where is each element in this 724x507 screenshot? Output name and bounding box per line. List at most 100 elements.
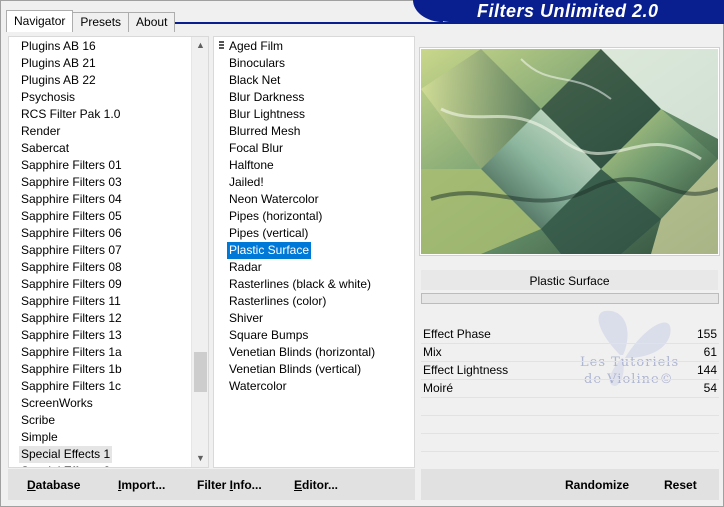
filter-item[interactable]: Rasterlines (black & white) bbox=[214, 276, 414, 293]
param-empty-row bbox=[421, 416, 719, 434]
tab-about[interactable]: About bbox=[128, 12, 176, 32]
scroll-thumb[interactable] bbox=[194, 352, 207, 392]
item-label: Binoculars bbox=[229, 56, 286, 70]
category-item[interactable]: Sapphire Filters 04 bbox=[9, 191, 208, 208]
filter-item[interactable]: Plastic Surface bbox=[214, 242, 414, 259]
item-label: Plastic Surface bbox=[227, 242, 312, 259]
database-button[interactable]: Database bbox=[27, 478, 80, 492]
filter-item[interactable]: Blur Darkness bbox=[214, 89, 414, 106]
filter-item[interactable]: Shiver bbox=[214, 310, 414, 327]
item-label: Jailed! bbox=[229, 175, 264, 189]
filter-item[interactable]: Pipes (horizontal) bbox=[214, 208, 414, 225]
category-item[interactable]: Sapphire Filters 13 bbox=[9, 327, 208, 344]
category-item[interactable]: Sapphire Filters 11 bbox=[9, 293, 208, 310]
category-item[interactable]: Sapphire Filters 01 bbox=[9, 157, 208, 174]
filter-info-button[interactable]: Filter Info... bbox=[197, 478, 262, 492]
category-item[interactable]: Plugins AB 22 bbox=[9, 72, 208, 89]
param-empty-row bbox=[421, 398, 719, 416]
category-item[interactable]: Sapphire Filters 1a bbox=[9, 344, 208, 361]
parameter-list: Effect Phase 155 Mix 61 Effect Lightness… bbox=[421, 326, 719, 470]
category-item[interactable]: Special Effects 2 bbox=[9, 463, 208, 467]
reset-button[interactable]: Reset bbox=[664, 478, 697, 492]
title-banner: Filters Unlimited 2.0 bbox=[413, 0, 724, 22]
category-item[interactable]: Sapphire Filters 1b bbox=[9, 361, 208, 378]
filter-item[interactable]: Watercolor bbox=[214, 378, 414, 395]
item-label: Sapphire Filters 12 bbox=[21, 311, 122, 325]
category-item[interactable]: Simple bbox=[9, 429, 208, 446]
category-item[interactable]: Special Effects 1 bbox=[9, 446, 208, 463]
item-label: Psychosis bbox=[21, 90, 76, 104]
category-item[interactable]: Sapphire Filters 1c bbox=[9, 378, 208, 395]
import-button[interactable]: Import... bbox=[118, 478, 165, 492]
preview-image bbox=[421, 49, 718, 254]
item-label: Scribe bbox=[21, 413, 56, 427]
filter-item[interactable]: Rasterlines (color) bbox=[214, 293, 414, 310]
editor-button[interactable]: Editor... bbox=[294, 478, 338, 492]
category-item[interactable]: Sapphire Filters 05 bbox=[9, 208, 208, 225]
param-effect-lightness[interactable]: Effect Lightness 144 bbox=[421, 362, 719, 380]
param-label: Effect Phase bbox=[423, 327, 491, 341]
item-label: Sapphire Filters 1b bbox=[21, 362, 122, 376]
filter-item[interactable]: Halftone bbox=[214, 157, 414, 174]
filter-item[interactable]: Radar bbox=[214, 259, 414, 276]
item-label: Special Effects 1 bbox=[19, 446, 113, 463]
category-item[interactable]: Plugins AB 21 bbox=[9, 55, 208, 72]
param-empty-row bbox=[421, 452, 719, 470]
item-label: Aged Film bbox=[229, 39, 284, 53]
progress-bar bbox=[421, 293, 719, 304]
filter-item[interactable]: Square Bumps bbox=[214, 327, 414, 344]
param-value: 144 bbox=[696, 363, 717, 377]
item-label: Special Effects 2 bbox=[19, 464, 112, 467]
category-item[interactable]: Plugins AB 16 bbox=[9, 38, 208, 55]
filter-item[interactable]: Venetian Blinds (horizontal) bbox=[214, 344, 414, 361]
category-scrollbar[interactable]: ▲ ▼ bbox=[191, 37, 208, 467]
tab-navigator[interactable]: Navigator bbox=[6, 10, 74, 32]
randomize-button[interactable]: Randomize bbox=[565, 478, 629, 492]
category-item[interactable]: Scribe bbox=[9, 412, 208, 429]
item-label: Sapphire Filters 01 bbox=[21, 158, 122, 172]
category-item[interactable]: ScreenWorks bbox=[9, 395, 208, 412]
filter-item[interactable]: Binoculars bbox=[214, 55, 414, 72]
item-label: Watercolor bbox=[229, 379, 287, 393]
item-label: Sapphire Filters 09 bbox=[21, 277, 122, 291]
item-label: Black Net bbox=[229, 73, 281, 87]
category-item[interactable]: Sapphire Filters 03 bbox=[9, 174, 208, 191]
filter-item[interactable]: Blur Lightness bbox=[214, 106, 414, 123]
category-item[interactable]: Sapphire Filters 08 bbox=[9, 259, 208, 276]
filter-item[interactable]: Jailed! bbox=[214, 174, 414, 191]
bottom-toolbar-left: Database Import... Filter Info... Editor… bbox=[8, 469, 415, 500]
param-moire[interactable]: Moiré 54 bbox=[421, 380, 719, 398]
tab-presets[interactable]: Presets bbox=[72, 12, 130, 32]
category-item[interactable]: Psychosis bbox=[9, 89, 208, 106]
category-item[interactable]: Sabercat bbox=[9, 140, 208, 157]
scroll-up-arrow-icon[interactable]: ▲ bbox=[192, 37, 209, 54]
category-item[interactable]: Sapphire Filters 12 bbox=[9, 310, 208, 327]
item-label: Sapphire Filters 04 bbox=[21, 192, 122, 206]
item-label: Sapphire Filters 1c bbox=[21, 379, 122, 393]
category-item[interactable]: Sapphire Filters 09 bbox=[9, 276, 208, 293]
filter-item[interactable]: Neon Watercolor bbox=[214, 191, 414, 208]
category-item[interactable]: Sapphire Filters 06 bbox=[9, 225, 208, 242]
filter-item[interactable]: Pipes (vertical) bbox=[214, 225, 414, 242]
filter-item[interactable]: Aged Film bbox=[214, 38, 414, 55]
param-empty-row bbox=[421, 434, 719, 452]
category-item[interactable]: RCS Filter Pak 1.0 bbox=[9, 106, 208, 123]
item-label: Sapphire Filters 1a bbox=[21, 345, 122, 359]
category-item[interactable]: Sapphire Filters 07 bbox=[9, 242, 208, 259]
item-label: Render bbox=[21, 124, 61, 138]
filter-item[interactable]: Focal Blur bbox=[214, 140, 414, 157]
item-label: Plugins AB 16 bbox=[21, 39, 96, 53]
param-value: 61 bbox=[703, 345, 717, 359]
item-label: Radar bbox=[229, 260, 262, 274]
param-mix[interactable]: Mix 61 bbox=[421, 344, 719, 362]
item-label: Plugins AB 22 bbox=[21, 73, 96, 87]
banner-rule bbox=[166, 22, 724, 24]
category-item[interactable]: Render bbox=[9, 123, 208, 140]
param-effect-phase[interactable]: Effect Phase 155 bbox=[421, 326, 719, 344]
filter-item[interactable]: Black Net bbox=[214, 72, 414, 89]
filter-item[interactable]: Blurred Mesh bbox=[214, 123, 414, 140]
current-filter-name: Plastic Surface bbox=[529, 274, 610, 288]
param-value: 54 bbox=[703, 381, 717, 395]
filter-item[interactable]: Venetian Blinds (vertical) bbox=[214, 361, 414, 378]
scroll-down-arrow-icon[interactable]: ▼ bbox=[192, 450, 209, 467]
